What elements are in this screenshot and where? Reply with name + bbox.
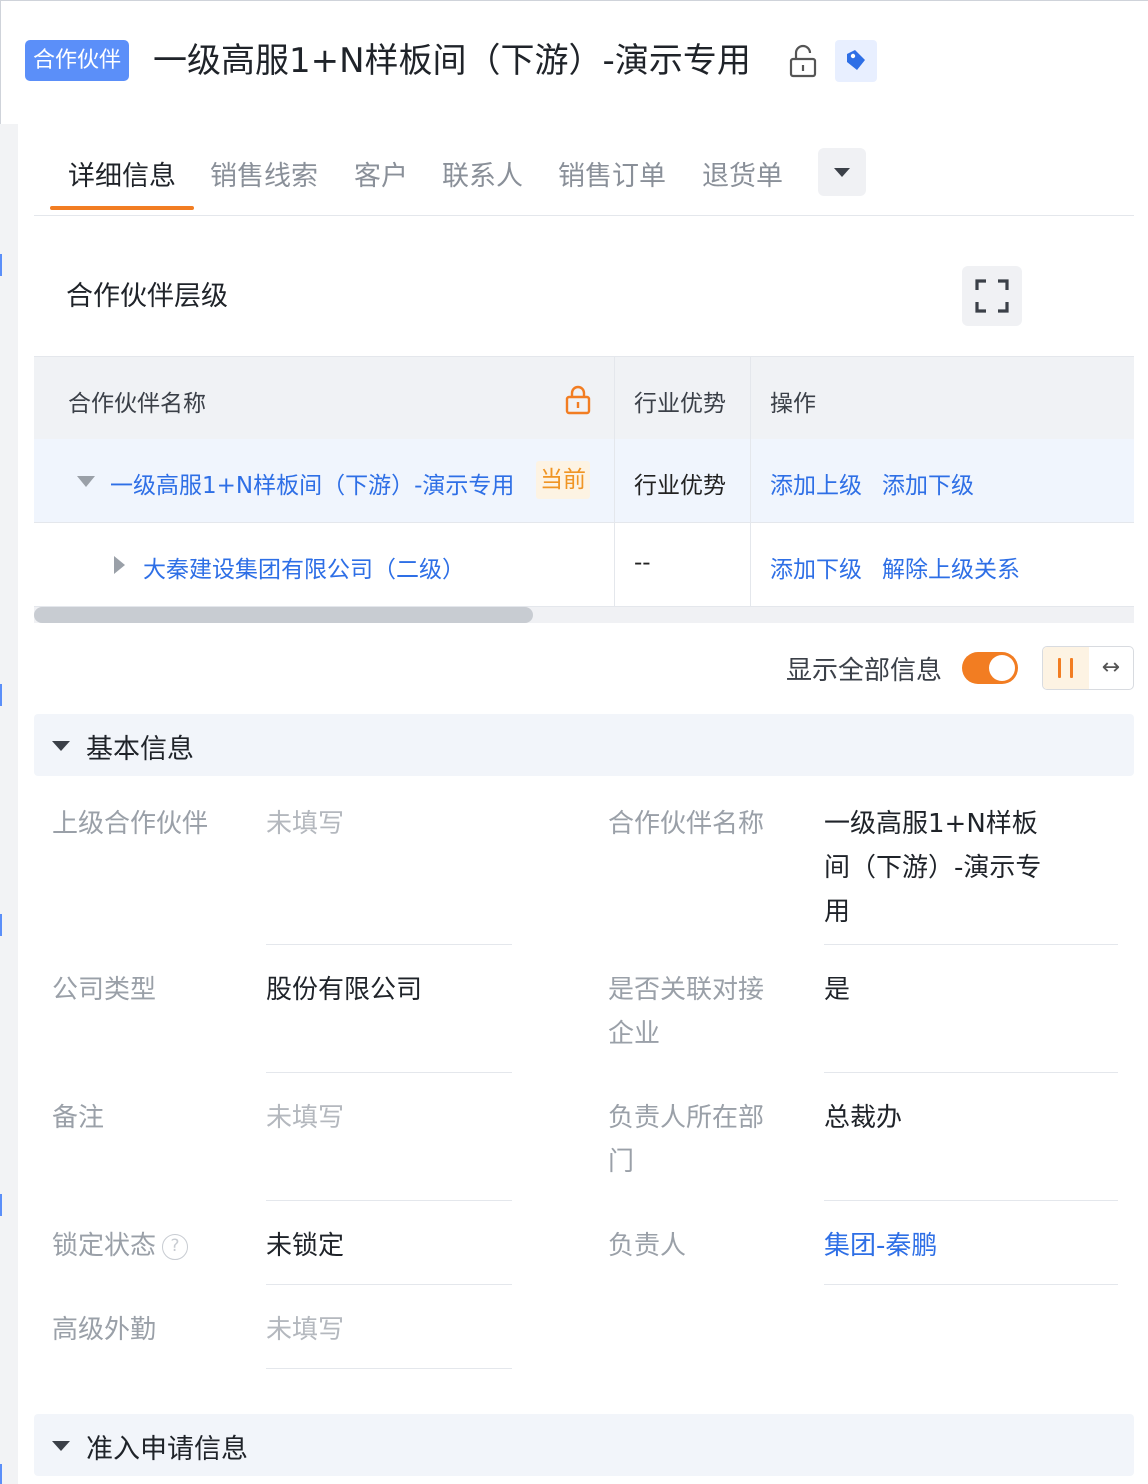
- lock-status-field: 锁定状态?: [52, 1224, 189, 1268]
- collapse-caret-icon[interactable]: [77, 476, 95, 487]
- admission-info-title: 准入申请信息: [86, 1434, 248, 1465]
- help-icon[interactable]: ?: [162, 1233, 189, 1260]
- company-type-value[interactable]: 股份有限公司: [266, 968, 422, 1012]
- expand-caret-icon[interactable]: [114, 556, 125, 574]
- owner-label: 负责人: [608, 1231, 687, 1261]
- add-parent-link[interactable]: 添加上级: [770, 466, 862, 500]
- tab-sales-leads[interactable]: 销售线索: [210, 154, 318, 193]
- column-header-name: 合作伙伴名称: [68, 391, 206, 417]
- column-divider: [750, 357, 751, 607]
- partner-name-label: 合作伙伴名称: [608, 809, 765, 839]
- partner-name-value[interactable]: 一级高服1+N样板间（下游）-演示专用: [824, 802, 1048, 934]
- add-child-link[interactable]: 添加下级: [882, 466, 974, 500]
- collapse-caret-icon: [52, 1441, 70, 1451]
- industry-cell: 行业优势: [634, 473, 726, 499]
- chevron-down-icon: [834, 168, 850, 177]
- industry-cell: --: [634, 550, 651, 576]
- object-type-tag: 合作伙伴: [25, 40, 130, 81]
- show-all-info-toggle[interactable]: [962, 652, 1018, 684]
- admission-info-group-header[interactable]: 准入申请信息: [34, 1414, 1134, 1476]
- advanced-field-label: 高级外勤: [52, 1315, 157, 1345]
- lock-status-value: 未锁定: [266, 1231, 345, 1261]
- owner-link[interactable]: 集团-秦鹏: [824, 1224, 937, 1268]
- arrows-horizontal-icon: ↔: [1101, 655, 1121, 680]
- partner-name-link[interactable]: 大秦建设集团有限公司（二级）: [143, 550, 465, 584]
- parent-partner-value[interactable]: 未填写: [266, 802, 344, 846]
- column-divider: [614, 357, 615, 607]
- tab-bar: 详细信息 销售线索 客户 联系人 销售订单 退货单: [34, 140, 1134, 216]
- owner-department-value[interactable]: 总裁办: [824, 1096, 902, 1140]
- fullscreen-icon: [975, 279, 1009, 313]
- column-header-action: 操作: [770, 391, 816, 417]
- tag-icon[interactable]: [835, 40, 877, 82]
- more-tabs-button[interactable]: [818, 148, 866, 196]
- show-all-info-label: 显示全部信息: [786, 656, 943, 686]
- company-type-label: 公司类型: [52, 975, 157, 1005]
- page-header: 合作伙伴 一级高服1+N样板间（下游）-演示专用: [0, 0, 1148, 124]
- tab-details[interactable]: 详细信息: [68, 154, 176, 193]
- remark-label: 备注: [52, 1103, 105, 1133]
- scrollbar-thumb[interactable]: [34, 607, 533, 623]
- lock-icon[interactable]: [564, 383, 592, 415]
- active-tab-indicator: [50, 206, 194, 210]
- tab-contacts[interactable]: 联系人: [442, 154, 523, 193]
- fullscreen-button[interactable]: [962, 266, 1022, 326]
- basic-info-title: 基本信息: [86, 734, 194, 765]
- remove-parent-link[interactable]: 解除上级关系: [882, 550, 1020, 584]
- tab-sales-orders[interactable]: 销售订单: [558, 154, 666, 193]
- basic-info-group-header[interactable]: 基本信息: [34, 714, 1134, 776]
- table-row: 大秦建设集团有限公司（二级） -- 添加下级 解除上级关系: [34, 523, 1134, 607]
- add-child-link[interactable]: 添加下级: [770, 550, 862, 584]
- linked-enterprise-label: 是否关联对接企业: [608, 975, 765, 1049]
- page-title: 一级高服1+N样板间（下游）-演示专用: [153, 41, 751, 81]
- tab-return-orders[interactable]: 退货单: [702, 154, 783, 193]
- owner-department-label: 负责人所在部门: [608, 1103, 765, 1177]
- hierarchy-table: 合作伙伴名称 行业优势 操作 一级高服1+N样板间（下游）-演示专用 当前 行业…: [34, 356, 1134, 623]
- lock-open-icon[interactable]: [786, 43, 820, 79]
- parent-partner-label: 上级合作伙伴: [52, 809, 209, 839]
- remark-value[interactable]: 未填写: [266, 1096, 344, 1140]
- advanced-field-value[interactable]: 未填写: [266, 1308, 344, 1352]
- linked-enterprise-value[interactable]: 是: [824, 968, 850, 1012]
- left-gutter: [0, 124, 18, 1484]
- toggle-knob: [989, 655, 1015, 681]
- partner-name-link[interactable]: 一级高服1+N样板间（下游）-演示专用: [110, 466, 514, 500]
- table-header-row: 合作伙伴名称 行业优势 操作: [34, 357, 1134, 439]
- column-header-industry: 行业优势: [634, 391, 726, 417]
- tab-customers[interactable]: 客户: [354, 154, 408, 193]
- hierarchy-title: 合作伙伴层级: [66, 281, 228, 312]
- two-column-layout-button[interactable]: [1043, 647, 1089, 689]
- lock-status-label: 锁定状态: [52, 1231, 157, 1261]
- full-width-layout-button[interactable]: ↔: [1089, 647, 1133, 689]
- layout-switch: ↔: [1042, 646, 1134, 690]
- collapse-caret-icon: [52, 741, 70, 751]
- current-badge: 当前: [536, 461, 590, 499]
- table-row: 一级高服1+N样板间（下游）-演示专用 当前 行业优势 添加上级 添加下级: [34, 439, 1134, 523]
